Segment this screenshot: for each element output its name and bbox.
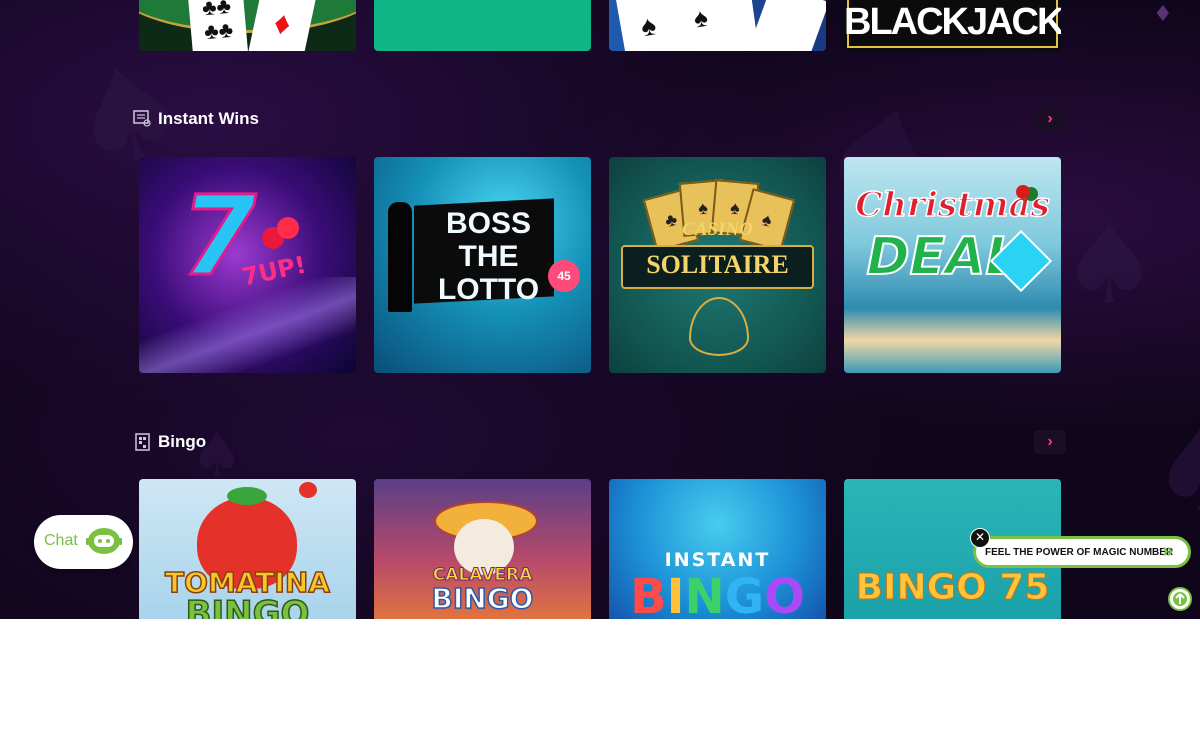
chevron-right-icon: › bbox=[1047, 110, 1053, 127]
background-diamond-decoration: ♦ bbox=[1153, 2, 1173, 27]
background-spade-decoration: ♠ bbox=[1150, 400, 1200, 539]
bingo-title: Bingo bbox=[158, 432, 207, 451]
instant-bingo-title: BINGO bbox=[609, 569, 826, 619]
casino-lobby-viewport: ♠ ♠ ♠ ♦ ♠ ♠ ♣♣♣♣ ♦ ♠ ♠ BLACKJACK Instant… bbox=[0, 0, 1200, 619]
tomatina-title: BINGO bbox=[185, 593, 310, 619]
spade-card-back bbox=[748, 0, 826, 51]
tomato-leaf bbox=[227, 487, 267, 505]
bingo-letter-n: N bbox=[684, 569, 725, 619]
chatbot-icon bbox=[85, 525, 123, 557]
game-tile-boss-the-lotto[interactable]: BOSS THE LOTTO 45 bbox=[374, 157, 591, 373]
businessman-silhouette bbox=[388, 202, 412, 312]
instant-wins-next-button[interactable]: › bbox=[1034, 107, 1066, 131]
chat-label: Chat bbox=[44, 532, 78, 549]
diamond-card: ♦ bbox=[247, 0, 316, 51]
game-tile-calavera-bingo[interactable]: CALAVERA BINGO bbox=[374, 479, 591, 619]
boss-the-lotto-title: BOSS THE LOTTO bbox=[437, 207, 540, 306]
double-chevron-icon: » bbox=[1162, 540, 1174, 562]
chat-widget-button[interactable]: Chat bbox=[34, 515, 133, 569]
bingo-next-button[interactable]: › bbox=[1034, 430, 1066, 454]
scroll-to-top-button[interactable] bbox=[1168, 587, 1192, 611]
arrow-up-icon bbox=[1173, 592, 1187, 606]
game-tile-blackjack[interactable]: BLACKJACK bbox=[844, 0, 1061, 51]
bingo-letter-o: O bbox=[764, 569, 805, 619]
holly-icon bbox=[1016, 185, 1030, 199]
calavera-title: BINGO bbox=[431, 581, 534, 616]
game-tile-instant-bingo[interactable]: INSTANT BINGO bbox=[609, 479, 826, 619]
green-felt bbox=[139, 0, 356, 33]
game-tile-tomatina-bingo[interactable]: TOMATINA BINGO bbox=[139, 479, 356, 619]
bingo-card-icon bbox=[135, 433, 150, 451]
bingo-letter-i: I bbox=[666, 569, 685, 619]
game-tile-casino-solitaire[interactable]: ♣ ♠ ♠ ♠ CASINO SOLITAIRE bbox=[609, 157, 826, 373]
instant-wins-title: Instant Wins bbox=[158, 109, 259, 128]
instant-wins-icon bbox=[133, 110, 151, 127]
chevron-right-icon: › bbox=[1047, 433, 1053, 450]
game-tile-card-table[interactable]: ♣♣ ♣♣ ♦ bbox=[139, 0, 356, 51]
lotto-ball: 45 bbox=[548, 260, 580, 292]
bingo-letter-g: G bbox=[724, 569, 765, 619]
promo-banner[interactable]: FEEL THE POWER OF MAGIC NUMBER » bbox=[973, 536, 1191, 568]
casino-solitaire-title: SOLITAIRE bbox=[646, 250, 789, 279]
game-tile-7up[interactable]: 7 7UP! bbox=[139, 157, 356, 373]
promo-text: FEEL THE POWER OF MAGIC NUMBER bbox=[985, 547, 1174, 558]
casino-solitaire-subtitle: CASINO bbox=[682, 219, 753, 240]
cherry-icon bbox=[277, 217, 299, 239]
game-tile-green[interactable] bbox=[374, 0, 591, 51]
blackjack-title: BLACKJACK bbox=[844, 1, 1061, 43]
instant-bingo-subtitle: INSTANT bbox=[664, 549, 771, 571]
bingo-letter-b: B bbox=[630, 569, 667, 619]
background-spade-decoration: ♠ bbox=[1060, 200, 1159, 328]
spade-card-right: ♠ bbox=[680, 0, 760, 51]
bingo-75-title: BINGO 75 bbox=[855, 567, 1050, 609]
game-tile-christmas-deal[interactable]: Christmas DEAL bbox=[844, 157, 1061, 373]
promo-close-button[interactable]: ✕ bbox=[970, 528, 990, 548]
small-tomato bbox=[299, 482, 317, 498]
game-tile-spades[interactable]: ♠ ♠ bbox=[609, 0, 826, 51]
gold-ornament bbox=[689, 297, 749, 356]
club-card: ♣♣ ♣♣ bbox=[188, 0, 249, 51]
